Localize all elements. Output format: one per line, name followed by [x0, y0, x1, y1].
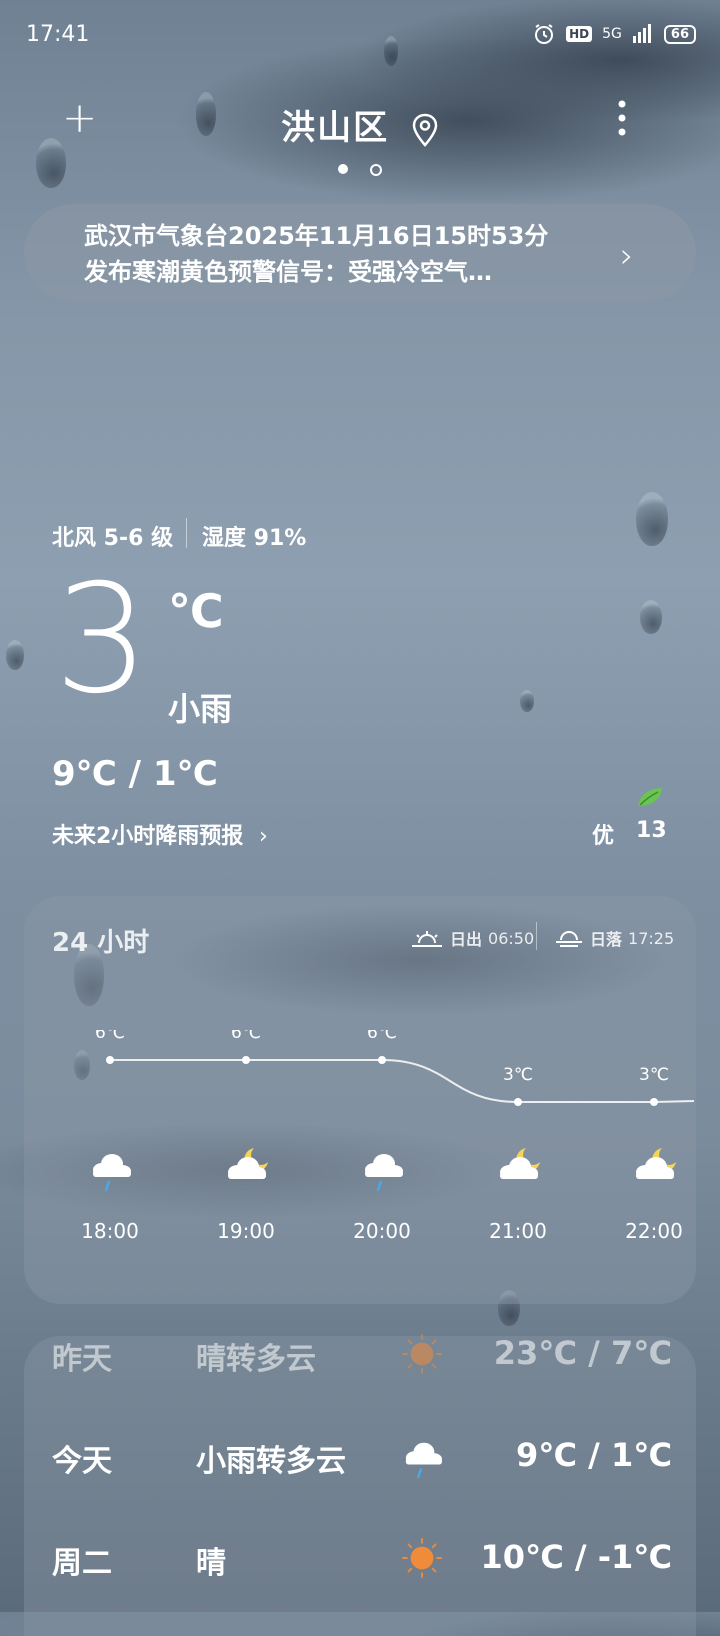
sun-icon — [402, 1538, 442, 1578]
sunrise-label: 日出 — [450, 930, 483, 949]
day-name: 周二 — [52, 1546, 112, 1581]
signal-icon — [632, 24, 651, 43]
day-temperature-range: 9℃ / 1℃ — [516, 1436, 672, 1474]
leaf-icon — [638, 788, 662, 806]
daily-forecast-row[interactable]: 今天 小雨转多云 9℃ / 1℃ — [52, 1436, 672, 1496]
cloud-rain-icon — [365, 1154, 403, 1192]
temperature-point — [106, 1056, 114, 1064]
alert-line-2: 发布寒潮黄色预警信号：受强冷空气… — [84, 258, 492, 286]
sun-icon — [402, 1538, 442, 1578]
divider — [186, 518, 187, 548]
hour-time-label: 20:00 — [353, 1219, 411, 1243]
cloud-rain-icon — [405, 1442, 442, 1479]
temperature-point — [242, 1056, 250, 1064]
temperature-line — [110, 1059, 695, 1103]
hour-time-label: 18:00 — [81, 1219, 139, 1243]
hour-temperature-label: 3℃ — [503, 1065, 533, 1085]
hd-badge: HD — [566, 26, 593, 42]
hour-temperature-label: 6℃ — [231, 1030, 261, 1043]
wind-info: 北风 5-6 级 — [52, 526, 174, 551]
sun-icon — [402, 1334, 442, 1374]
today-temperature-range: 9℃ / 1℃ — [52, 754, 218, 794]
hourly-title: 24 小时 — [52, 928, 150, 958]
cloud-rain-icon — [405, 1442, 442, 1479]
sunset-icon — [556, 931, 582, 947]
hour-time-label: 22:00 — [625, 1219, 683, 1243]
status-time: 17:41 — [26, 22, 90, 47]
temperature-unit: ℃ — [168, 584, 224, 638]
raindrop-decoration — [6, 640, 24, 670]
sunset-label: 日落 — [590, 930, 623, 949]
air-quality-indicator[interactable]: 优 13 — [592, 818, 667, 850]
rain-forecast-label: 未来2小时降雨预报 — [52, 824, 244, 849]
day-condition: 小雨转多云 — [196, 1444, 346, 1479]
raindrop-decoration — [640, 600, 662, 634]
sunset-info: 日落 17:25 — [554, 926, 674, 950]
aqi-value: 13 — [636, 818, 667, 843]
battery-indicator: 66 — [663, 24, 696, 44]
temperature-point — [514, 1098, 522, 1106]
status-icons: HD 5G 66 — [532, 22, 696, 46]
city-name: 洪山区 — [281, 108, 390, 148]
hourly-chart[interactable]: 6℃ 18:00 6℃ 19:00 6℃ 20:00 3℃ 21:00 3℃ 22:00 — [24, 1030, 696, 1290]
hour-time-label: 21:00 — [489, 1219, 547, 1243]
daily-forecast-row[interactable]: 昨天 晴转多云 23℃ / 7℃ — [52, 1334, 672, 1394]
divider — [536, 922, 537, 950]
current-temperature: 3 — [54, 553, 150, 727]
raindrop-decoration — [384, 36, 398, 66]
cloud-rain-icon — [93, 1154, 131, 1192]
chevron-right-icon[interactable]: › — [620, 236, 634, 276]
temperature-point — [650, 1098, 658, 1106]
day-name: 昨天 — [52, 1342, 112, 1377]
page-indicator — [338, 164, 382, 176]
day-condition: 晴 — [196, 1546, 226, 1581]
raindrop-decoration — [636, 492, 668, 546]
city-title[interactable]: 洪山区 — [0, 100, 720, 149]
alert-text: 武汉市气象台2025年11月16日15时53分 发布寒潮黄色预警信号：受强冷空气… — [84, 218, 604, 290]
raindrop-decoration — [520, 690, 534, 712]
more-menu-icon[interactable] — [618, 100, 626, 136]
location-pin-icon — [412, 113, 438, 147]
hour-temperature-label: 6℃ — [367, 1030, 397, 1043]
cloud-moon-icon — [636, 1148, 676, 1179]
alarm-icon — [535, 24, 554, 44]
humidity-info: 湿度 91% — [202, 526, 307, 551]
page-dot-active — [338, 164, 348, 174]
day-temperature-range: 10℃ / -1℃ — [480, 1538, 672, 1576]
aqi-label: 优 — [592, 824, 615, 849]
sunset-time: 17:25 — [628, 928, 675, 948]
day-name: 今天 — [52, 1444, 112, 1479]
sunrise-icon — [412, 931, 442, 947]
sunrise-time: 06:50 — [488, 928, 535, 948]
cloud-moon-icon — [228, 1148, 268, 1179]
page-dot — [370, 164, 382, 176]
hour-temperature-label: 3℃ — [639, 1065, 669, 1085]
temperature-point — [378, 1056, 386, 1064]
sun-icon — [402, 1334, 442, 1374]
day-condition: 晴转多云 — [196, 1342, 316, 1377]
hour-temperature-label: 6℃ — [95, 1030, 125, 1043]
sunrise-info: 日出 06:50 — [410, 926, 534, 950]
day-temperature-range: 23℃ / 7℃ — [493, 1334, 672, 1372]
daily-forecast-row[interactable]: 周二 晴 10℃ / -1℃ — [52, 1538, 672, 1598]
hour-time-label: 19:00 — [217, 1219, 275, 1243]
network-label: 5G — [602, 26, 622, 42]
rain-forecast-link[interactable]: 未来2小时降雨预报 › — [52, 818, 268, 850]
alert-line-1: 武汉市气象台2025年11月16日15时53分 — [84, 222, 549, 250]
current-condition: 小雨 — [168, 690, 233, 728]
cloud-moon-icon — [500, 1148, 540, 1179]
chevron-right-icon: › — [258, 824, 268, 849]
